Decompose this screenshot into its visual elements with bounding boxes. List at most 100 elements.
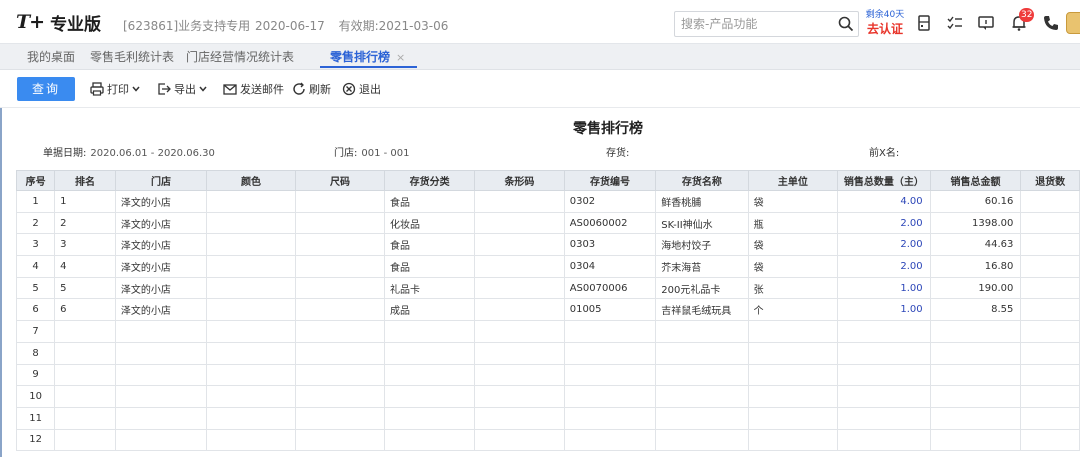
tab-bar: 我的桌面 零售毛利统计表 门店经营情况统计表 零售排行榜 × (0, 44, 1080, 70)
toolbar: 查询 打印 导出 发送邮件 刷新 退出 (0, 70, 1080, 108)
cell-return (1020, 276, 1080, 300)
cell-qty: 2.00 (837, 211, 931, 235)
certify-button[interactable]: 剩余40天 去认证 (863, 9, 907, 37)
table-row[interactable]: 2 2 泽文的小店 化妆品 AS0060002 SK-II神仙水瓶 2.00 1398.00 (15, 211, 1080, 235)
tab-my-desktop[interactable]: 我的桌面 (27, 48, 75, 68)
tab-retail-ranking[interactable]: 零售排行榜 × (320, 48, 418, 68)
column-header[interactable]: 排名 (54, 170, 116, 191)
cell-rank (54, 385, 116, 408)
mail-icon (223, 84, 237, 95)
app-header: T+ 专业版 [623861]业务支持专用 2020-06-17 有效期:202… (0, 0, 1080, 44)
cell-store: 泽文的小店 (114, 190, 208, 213)
cell-code (563, 341, 657, 365)
cell-amount: 8.55 (929, 298, 1022, 322)
refresh-button[interactable]: 刷新 (292, 80, 331, 98)
table-row[interactable]: 5 5 泽文的小店 礼品卡 AS0070006 200元礼品卡张 1.00 190.00 (15, 276, 1080, 300)
column-header[interactable]: 序号 (15, 170, 56, 191)
tab-label: 零售排行榜 (330, 50, 391, 64)
cell-unit: 个 (747, 298, 839, 322)
table-row[interactable]: 7 (15, 320, 1080, 343)
cell-color (206, 276, 297, 300)
table-row[interactable]: 6 6 泽文的小店 成品 01005 吉祥鼠毛绒玩具个 1.00 8.55 (15, 298, 1080, 322)
cell-code (563, 428, 657, 452)
cell-rank (54, 406, 116, 430)
query-button[interactable]: 查询 (17, 77, 75, 101)
cell-store (114, 385, 208, 408)
cell-return (1020, 211, 1080, 235)
print-button[interactable]: 打印 (90, 80, 143, 98)
column-header[interactable]: 存货分类 (383, 170, 476, 191)
table-row[interactable]: 10 (15, 385, 1080, 408)
avatar[interactable] (1066, 12, 1080, 34)
cell-category: 化妆品 (383, 211, 476, 235)
cell-category (383, 320, 476, 343)
cell-barcode (474, 363, 565, 387)
cell-unit (747, 385, 839, 408)
cell-color (206, 298, 297, 322)
calculator-icon[interactable] (915, 14, 933, 32)
column-header[interactable]: 存货名称 (655, 170, 749, 191)
print-label: 打印 (107, 83, 129, 96)
cell-rank: 4 (54, 255, 116, 278)
column-header[interactable]: 门店 (114, 170, 208, 191)
table-row[interactable]: 9 (15, 363, 1080, 387)
column-header[interactable]: 销售总金额 (929, 170, 1022, 191)
cell-qty (837, 341, 931, 365)
cell-barcode (474, 298, 565, 322)
cell-store (114, 320, 208, 343)
table-row[interactable]: 1 1 泽文的小店 食品 0302 鲜香桃脯袋 4.00 60.16 (15, 190, 1080, 213)
cell-qty: 4.00 (837, 190, 931, 213)
cell-size (295, 211, 385, 235)
column-header[interactable]: 销售总数量（主） (837, 170, 931, 191)
table-row[interactable]: 11 (15, 406, 1080, 430)
cell-name: 芥末海苔 (655, 255, 749, 278)
table-row[interactable]: 12 (15, 428, 1080, 452)
table-row[interactable]: 4 4 泽文的小店 食品 0304 芥末海苔袋 2.00 16.80 (15, 255, 1080, 278)
table-row[interactable]: 8 (15, 341, 1080, 365)
table-row[interactable]: 3 3 泽文的小店 食品 0303 海地村饺子袋 2.00 44.63 (15, 233, 1080, 257)
column-header[interactable]: 颜色 (206, 170, 297, 191)
close-icon[interactable]: × (396, 51, 405, 64)
send-mail-button[interactable]: 发送邮件 (223, 80, 284, 98)
remaining-days: 剩余40天 (865, 10, 905, 20)
checklist-icon[interactable] (946, 14, 964, 32)
cell-name: 200元礼品卡 (655, 276, 749, 300)
column-header[interactable]: 条形码 (474, 170, 565, 191)
cell-color (206, 320, 297, 343)
cell-name: 吉祥鼠毛绒玩具 (655, 298, 749, 322)
column-header[interactable]: 退货数 (1020, 170, 1080, 191)
filter-topx-label: 前X名: (869, 148, 900, 159)
column-header[interactable]: 存货编号 (563, 170, 657, 191)
phone-icon[interactable] (1042, 14, 1060, 32)
tab-store-operations[interactable]: 门店经营情况统计表 (186, 48, 294, 68)
cell-size (295, 233, 385, 257)
cell-qty: 1.00 (837, 298, 931, 322)
cell-name (655, 363, 749, 387)
cell-store (114, 363, 208, 387)
filter-topx: 前X名: (869, 144, 899, 159)
report-title: 零售排行榜 (573, 121, 643, 137)
cell-category: 食品 (383, 233, 476, 257)
export-button[interactable]: 导出 (157, 80, 210, 98)
column-header[interactable]: 主单位 (747, 170, 839, 191)
cell-category: 成品 (383, 298, 476, 322)
exit-button[interactable]: 退出 (342, 80, 381, 98)
cell-amount: 1398.00 (929, 211, 1022, 235)
cell-unit: 袋 (747, 233, 839, 257)
cell-barcode (474, 428, 565, 452)
cell-seq: 4 (15, 255, 56, 278)
cell-category (383, 406, 476, 430)
cell-category: 礼品卡 (383, 276, 476, 300)
app-logo[interactable]: T+ 专业版 (16, 10, 101, 35)
cell-amount: 44.63 (929, 233, 1022, 257)
filter-stock: 存货: (606, 144, 629, 159)
tab-retail-profit[interactable]: 零售毛利统计表 (90, 48, 174, 68)
cell-unit (747, 363, 839, 387)
search-icon[interactable] (837, 15, 855, 33)
cell-barcode (474, 406, 565, 430)
cell-size (295, 320, 385, 343)
message-icon[interactable] (977, 14, 995, 32)
cell-code (563, 320, 657, 343)
search-input[interactable] (681, 15, 831, 33)
column-header[interactable]: 尺码 (295, 170, 385, 191)
